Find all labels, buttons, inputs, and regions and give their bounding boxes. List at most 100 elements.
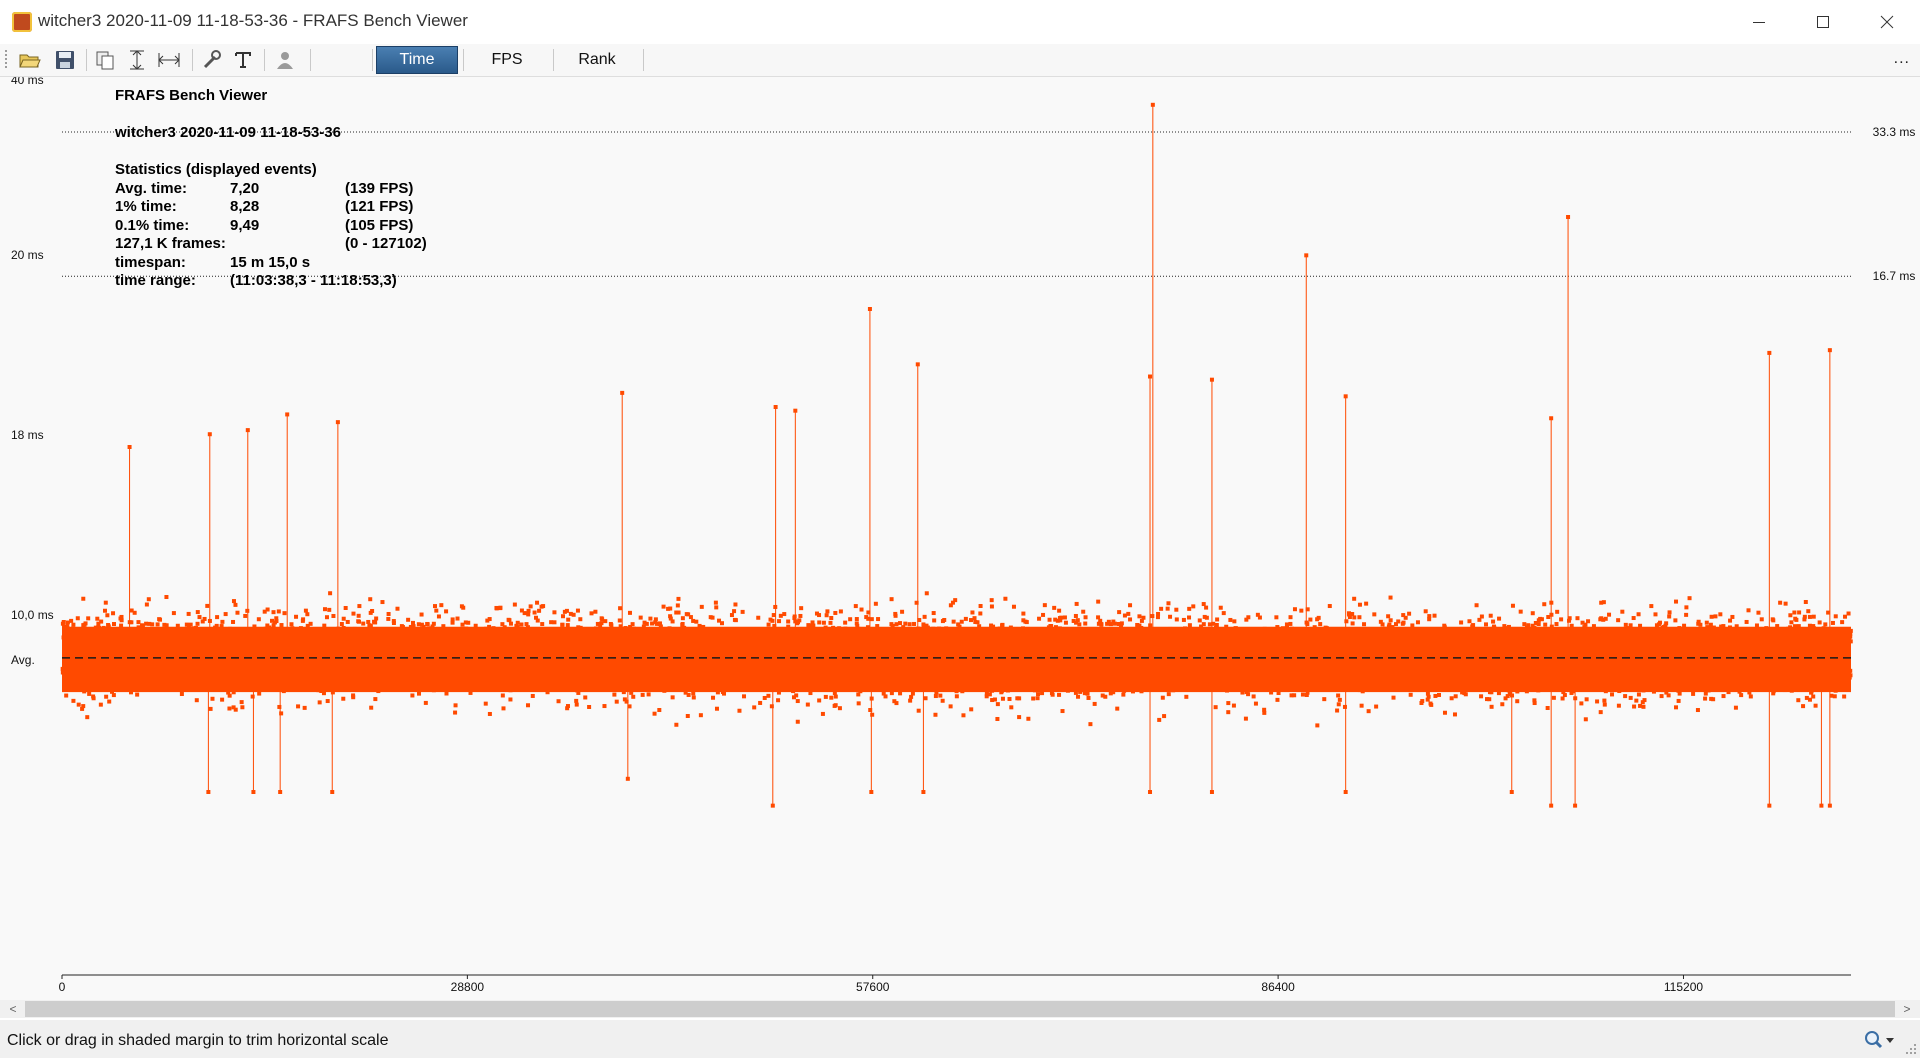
frame-point xyxy=(1157,718,1161,722)
frame-point xyxy=(1823,622,1827,626)
frame-point xyxy=(1347,611,1351,615)
frame-point xyxy=(1113,622,1117,626)
text-icon[interactable] xyxy=(230,47,256,73)
frame-point xyxy=(955,694,959,698)
frame-point xyxy=(572,613,576,617)
frame-point xyxy=(1649,604,1653,608)
save-icon[interactable] xyxy=(52,47,78,73)
fit-horizontal-icon[interactable] xyxy=(156,47,182,73)
frame-point xyxy=(1096,615,1100,619)
frame-point xyxy=(461,606,465,610)
frame-point xyxy=(1784,602,1788,606)
frame-point xyxy=(1184,695,1188,699)
frame-point xyxy=(1299,609,1303,613)
frame-point xyxy=(392,619,396,623)
frame-point xyxy=(628,611,632,615)
user-icon[interactable] xyxy=(272,47,298,73)
frame-point xyxy=(590,611,594,615)
fit-vertical-icon[interactable] xyxy=(124,47,150,73)
frame-point xyxy=(1480,615,1484,619)
frame-point xyxy=(270,619,274,623)
frame-point xyxy=(71,623,75,627)
maximize-button[interactable] xyxy=(1792,0,1854,44)
frame-point xyxy=(501,706,505,710)
frame-point xyxy=(641,693,645,697)
frame-point xyxy=(1515,699,1519,703)
frame-point xyxy=(1760,617,1764,621)
frame-point xyxy=(439,603,443,607)
frame-point xyxy=(1381,622,1385,626)
frame-point xyxy=(103,609,107,613)
frame-point xyxy=(799,606,803,610)
frame-point xyxy=(806,623,810,627)
window-title: witcher3 2020-11-09 11-18-53-36 - FRAFS … xyxy=(38,11,468,31)
frame-point xyxy=(1075,602,1079,606)
frame-point xyxy=(1351,621,1355,625)
frame-point xyxy=(1338,698,1342,702)
frame-point xyxy=(516,621,520,625)
tab-fps[interactable]: FPS xyxy=(470,46,544,74)
frame-point xyxy=(860,608,864,612)
frame-point xyxy=(1599,601,1603,605)
tab-rank[interactable]: Rank xyxy=(560,46,634,74)
frame-point xyxy=(1426,692,1430,696)
frame-point xyxy=(272,623,276,627)
frame-point xyxy=(1374,705,1378,709)
frame-point xyxy=(1487,697,1491,701)
copy-icon[interactable] xyxy=(92,47,118,73)
frame-point xyxy=(1632,616,1636,620)
frame-point xyxy=(323,607,327,611)
frame-point xyxy=(140,623,144,627)
frame-point xyxy=(763,696,767,700)
frame-point xyxy=(533,611,537,615)
frame-point xyxy=(742,694,746,698)
frame-point xyxy=(677,611,681,615)
frame-point xyxy=(277,609,281,613)
open-folder-icon[interactable] xyxy=(17,47,43,73)
frame-point xyxy=(557,699,561,703)
frame-point xyxy=(1664,621,1668,625)
frame-point xyxy=(912,622,916,626)
frame-point xyxy=(1842,695,1846,699)
frame-point xyxy=(995,717,999,721)
frame-point xyxy=(1537,622,1541,626)
frame-point xyxy=(714,601,718,605)
frame-point xyxy=(1490,705,1494,709)
tab-time[interactable]: Time xyxy=(376,46,458,74)
reference-line-label: 16.7 ms xyxy=(1873,269,1916,283)
frame-point xyxy=(1274,615,1278,619)
frame-point xyxy=(1632,705,1636,709)
minimize-button[interactable] xyxy=(1728,0,1790,44)
frame-point xyxy=(1497,617,1501,621)
frame-point xyxy=(953,598,957,602)
wrench-icon[interactable] xyxy=(198,47,224,73)
frame-point xyxy=(1475,603,1479,607)
frame-point xyxy=(1285,622,1289,626)
frame-point xyxy=(373,697,377,701)
frame-point xyxy=(884,694,888,698)
frame-point xyxy=(1552,696,1556,700)
frame-point xyxy=(1344,619,1348,623)
frame-point xyxy=(368,597,372,601)
frame-point xyxy=(575,703,579,707)
frame-point xyxy=(1076,695,1080,699)
frame-point xyxy=(1096,600,1100,604)
frame-point xyxy=(1404,616,1408,620)
frame-point xyxy=(1174,608,1178,612)
frame-point xyxy=(380,600,384,604)
frame-point xyxy=(1409,693,1413,697)
frame-point xyxy=(1191,604,1195,608)
toolbar-grip[interactable] xyxy=(5,50,7,70)
frame-point xyxy=(351,695,355,699)
frame-point xyxy=(1453,712,1457,716)
close-button[interactable] xyxy=(1856,0,1918,44)
frame-point xyxy=(1232,704,1236,708)
chart-area[interactable]: 33.3 ms16.7 ms40 ms20 ms18 ms10,0 msAvg.… xyxy=(0,77,1920,1001)
frame-point xyxy=(1653,612,1657,616)
frame-point xyxy=(1756,611,1760,615)
frame-point xyxy=(1778,601,1782,605)
frame-point xyxy=(565,609,569,613)
frame-point xyxy=(80,707,84,711)
toolbar-overflow-button[interactable]: ... xyxy=(1894,50,1910,68)
frame-point xyxy=(583,695,587,699)
